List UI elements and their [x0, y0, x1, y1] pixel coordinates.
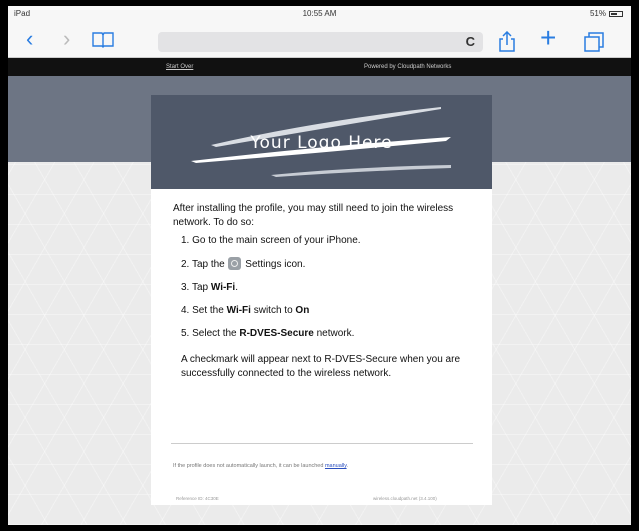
step-5-post: network. — [313, 328, 355, 339]
step-3: 3. Tap Wi-Fi. — [181, 281, 478, 295]
share-icon[interactable] — [498, 30, 516, 58]
battery-icon — [609, 10, 623, 17]
manual-launch-text: If the profile does not automatically la… — [173, 463, 325, 469]
manually-link[interactable]: manually — [325, 463, 347, 469]
step-3-bold: Wi-Fi — [210, 282, 236, 293]
new-tab-icon[interactable]: + — [540, 24, 556, 52]
step-3-post: . — [235, 282, 238, 293]
battery-indicator: 51% — [590, 9, 623, 18]
step-1: 1. Go to the main screen of your iPhone. — [181, 235, 361, 246]
logo-placeholder-text: Your Logo Here — [250, 133, 393, 153]
portal-header-bar: Start Over Powered by Cloudpath Networks — [8, 58, 631, 76]
step-4-pre: 4. Set the — [181, 305, 227, 316]
tabs-icon[interactable] — [583, 31, 605, 58]
back-icon[interactable]: ‹ — [26, 27, 33, 51]
content-card: Your Logo Here After installing the prof… — [151, 95, 492, 505]
bookmarks-icon[interactable] — [92, 32, 114, 48]
success-note: A checkmark will appear next to R-DVES-S… — [181, 354, 461, 379]
manual-launch-end: . — [346, 463, 349, 469]
address-bar[interactable]: C — [158, 32, 483, 52]
powered-by-label: Powered by Cloudpath Networks — [364, 64, 452, 70]
battery-percent: 51% — [589, 9, 606, 18]
intro-text: After installing the profile, you may st… — [173, 203, 454, 228]
clock: 10:55 AM — [302, 9, 337, 18]
browser-toolbar: ‹ › C + — [8, 22, 631, 58]
settings-icon — [227, 257, 241, 270]
step-5-bold: R-DVES-Secure — [239, 328, 314, 339]
step-2-post: Settings icon. — [242, 259, 306, 270]
step-3-pre: 3. Tap — [181, 282, 211, 293]
ipad-screen: iPad 10:55 AM 51% ‹ › C + Start Over Pow… — [8, 6, 631, 525]
logo-banner: Your Logo Here — [151, 95, 492, 189]
steps-list: 1. Go to the main screen of your iPhone.… — [173, 234, 478, 341]
step-2: 2. Tap the Settings icon. — [181, 257, 478, 272]
step-4-bold2: On — [295, 305, 310, 316]
reload-icon[interactable]: C — [466, 34, 475, 49]
step-4-bold: Wi-Fi — [226, 305, 251, 316]
reference-id: Reference ID: 4C30E — [176, 496, 219, 501]
step-5: 5. Select the R-DVES-Secure network. — [181, 327, 478, 341]
status-bar: iPad 10:55 AM 51% — [8, 6, 631, 22]
step-4-mid: switch to — [250, 305, 296, 316]
divider — [171, 443, 473, 444]
server-info: wireless.cloudpath.net (3.4.100) — [373, 496, 437, 501]
step-4: 4. Set the Wi-Fi switch to On — [181, 304, 478, 318]
step-2-pre: 2. Tap the — [181, 259, 228, 270]
forward-icon[interactable]: › — [63, 27, 70, 51]
manual-launch-note: If the profile does not automatically la… — [173, 463, 348, 469]
start-over-link[interactable]: Start Over — [166, 64, 193, 70]
step-5-pre: 5. Select the — [181, 328, 240, 339]
instructions: After installing the profile, you may st… — [173, 202, 478, 381]
